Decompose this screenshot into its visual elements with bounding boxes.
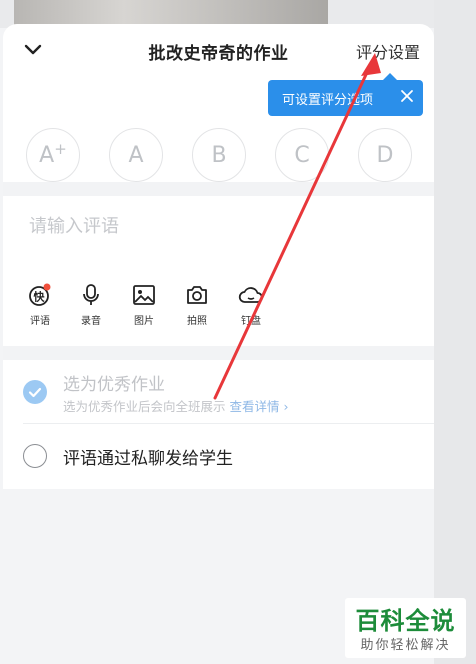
watermark-title: 百科全说 — [355, 607, 456, 635]
tooltip-close-button[interactable] — [400, 89, 414, 103]
microphone-icon — [83, 284, 99, 305]
grade-label: D — [376, 142, 394, 168]
section-divider — [3, 346, 434, 360]
grade-a-button[interactable]: A — [109, 128, 163, 182]
tool-cloud-disk[interactable]: 钉盘 — [230, 283, 272, 327]
grade-a-plus-button[interactable]: A + — [26, 128, 80, 182]
grading-settings-button[interactable]: 评分设置 — [356, 39, 420, 63]
tool-camera[interactable]: 拍照 — [176, 283, 218, 327]
camera-icon — [187, 286, 207, 304]
excellent-checkbox[interactable] — [23, 380, 47, 404]
tool-quick-comment[interactable]: 快 评语 — [19, 283, 61, 327]
tool-label: 评语 — [30, 316, 50, 327]
private-message-checkbox[interactable] — [23, 444, 47, 468]
grade-plus-mark: + — [54, 140, 67, 158]
image-icon — [133, 285, 155, 305]
quick-comment-icon: 快 — [29, 283, 51, 306]
tool-label: 录音 — [81, 316, 101, 327]
tool-label: 拍照 — [187, 316, 207, 327]
tooltip-text: 可设置评分选项 — [282, 92, 374, 108]
grade-b-button[interactable]: B — [192, 128, 246, 182]
grade-d-button[interactable]: D — [358, 128, 412, 182]
private-message-option[interactable]: 评语通过私聊发给学生 — [3, 424, 434, 486]
grade-c-button[interactable]: C — [275, 128, 329, 182]
view-details-label: 查看详情 — [229, 399, 280, 414]
excellent-homework-option[interactable]: 选为优秀作业 选为优秀作业后会向全班展示 查看详情 › — [3, 360, 434, 422]
section-divider — [3, 182, 434, 196]
excellent-option-subtitle: 选为优秀作业后会向全班展示 查看详情 › — [63, 396, 289, 415]
watermark-subtitle: 助你轻松解决 — [360, 638, 451, 653]
tool-label: 图片 — [134, 316, 154, 327]
view-details-link[interactable]: 查看详情 › — [230, 399, 289, 414]
tool-voice-record[interactable]: 录音 — [70, 283, 112, 327]
tool-label: 钉盘 — [241, 316, 261, 327]
right-background-rail — [434, 0, 476, 664]
grade-label: B — [211, 142, 227, 168]
tool-image[interactable]: 图片 — [123, 283, 165, 327]
excellent-option-hint: 选为优秀作业后会向全班展示 — [63, 399, 226, 414]
sheet-header: 批改史帝奇的作业 评分设置 — [3, 24, 434, 82]
cloud-icon — [238, 287, 263, 303]
settings-tooltip: 可设置评分选项 — [268, 73, 423, 116]
private-message-option-title: 评语通过私聊发给学生 — [63, 449, 233, 469]
grade-label: C — [294, 142, 310, 168]
watermark-logo: 百科全说 助你轻松解决 — [345, 598, 466, 658]
comment-input[interactable] — [27, 210, 421, 242]
grade-label: A — [39, 142, 55, 168]
grade-label: A — [128, 142, 144, 168]
checkmark-icon — [28, 387, 42, 398]
excellent-option-title: 选为优秀作业 — [63, 375, 165, 395]
svg-text:快: 快 — [33, 290, 46, 304]
close-icon — [401, 90, 413, 102]
screen: 批改史帝奇的作业 评分设置 A+ A B C D 快 评语 — [0, 0, 476, 664]
